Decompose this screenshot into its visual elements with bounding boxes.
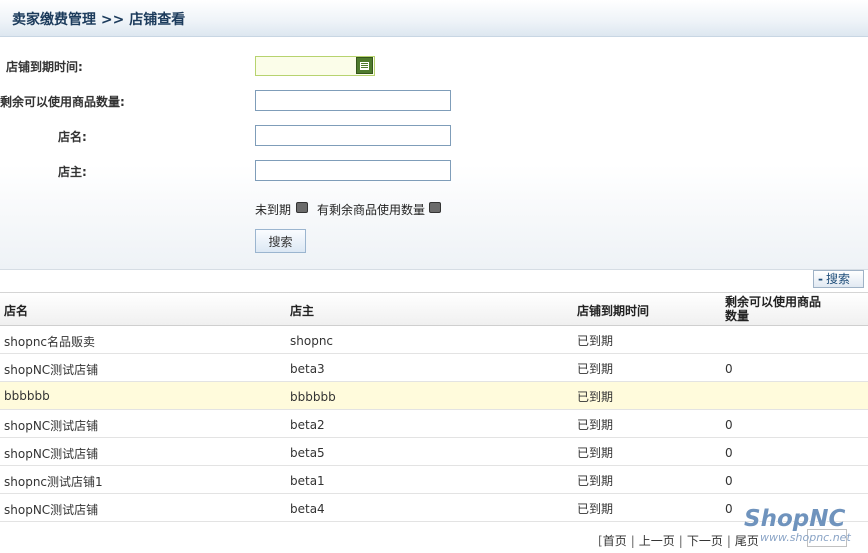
shop-table: 店名 店主 店铺到期时间 剩余可以使用商品数量 shopnc名品贩卖 shopn… [0,292,868,522]
next-page-link[interactable]: 下一页 [687,534,723,548]
remaining-label: 剩余可以使用商品数量: [0,95,125,109]
remaining-input[interactable] [255,90,451,111]
has-remaining-checkbox[interactable] [429,202,441,213]
cell-remaining: 0 [725,446,733,460]
table-row[interactable]: shopNC测试店铺 beta2 已到期 0 [0,410,868,438]
cell-owner: beta4 [290,502,325,516]
column-header-shop-name[interactable]: 店名 [4,302,28,319]
cell-owner: beta3 [290,362,325,376]
column-header-remaining[interactable]: 剩余可以使用商品数量 [725,295,825,323]
shopnc-logo: ShopNC [744,506,846,532]
search-button[interactable]: 搜索 [255,229,306,253]
column-header-owner[interactable]: 店主 [290,302,314,319]
expiry-label: 店铺到期时间: [6,60,83,74]
pager-separator: | [678,534,683,548]
cell-remaining: 0 [725,418,733,432]
first-page-link[interactable]: 首页 [603,534,627,548]
table-row[interactable]: shopNC测试店铺 beta5 已到期 0 [0,438,868,466]
has-remaining-label: 有剩余商品使用数量 [317,203,426,217]
page-title: 卖家缴费管理 >> 店铺查看 [12,12,186,28]
cell-shop-name: shopnc名品贩卖 [4,335,96,349]
table-row[interactable]: shopnc名品贩卖 shopnc 已到期 [0,326,868,354]
pager-separator: | [726,534,731,548]
cell-owner: bbbbbb [290,390,336,404]
not-expired-checkbox[interactable] [296,202,308,213]
cell-expiry: 已到期 [577,334,614,348]
cell-expiry: 已到期 [577,390,614,404]
table-header: 店名 店主 店铺到期时间 剩余可以使用商品数量 [0,292,868,326]
cell-owner: beta2 [290,418,325,432]
cell-remaining: 0 [725,502,733,516]
cell-expiry: 已到期 [577,474,614,488]
cell-shop-name: shopNC测试店铺 [4,503,99,517]
search-form: 店铺到期时间: 剩余可以使用商品数量: 店名: 店主: 未到期 有剩余商品使用数… [0,37,868,270]
cell-shop-name: bbbbbb [4,389,50,403]
shop-name-input[interactable] [255,125,451,146]
cell-expiry: 已到期 [577,502,614,516]
toggle-search-label: 搜索 [825,272,850,286]
cell-owner: beta1 [290,474,325,488]
not-expired-label: 未到期 [255,203,292,217]
prev-page-link[interactable]: 上一页 [639,534,675,548]
table-row[interactable]: shopnc测试店铺1 beta1 已到期 0 [0,466,868,494]
toggle-search-button[interactable]: - 搜索 [813,270,864,288]
page-header: 卖家缴费管理 >> 店铺查看 [0,0,868,37]
table-row[interactable]: shopNC测试店铺 beta4 已到期 0 [0,494,868,522]
cell-shop-name: shopNC测试店铺 [4,363,99,377]
cell-expiry: 已到期 [577,446,614,460]
collapse-icon: - [818,272,823,286]
last-page-link[interactable]: 尾页 [735,534,759,548]
cell-owner: beta5 [290,446,325,460]
shop-name-label: 店名: [58,130,87,144]
cell-remaining: 0 [725,362,733,376]
cell-shop-name: shopNC测试店铺 [4,447,99,461]
owner-label: 店主: [58,165,87,179]
column-header-expiry[interactable]: 店铺到期时间 [577,302,649,319]
shopnc-site-text: www.shopnc.net [760,531,851,544]
table-row[interactable]: shopNC测试店铺 beta3 已到期 0 [0,354,868,382]
cell-owner: shopnc [290,334,334,348]
cell-expiry: 已到期 [577,362,614,376]
cell-shop-name: shopnc测试店铺1 [4,475,103,489]
cell-shop-name: shopNC测试店铺 [4,419,99,433]
cell-expiry: 已到期 [577,418,614,432]
table-row[interactable]: bbbbbb bbbbbb 已到期 [0,382,868,410]
cell-remaining: 0 [725,474,733,488]
pagination: [首页 | 上一页 | 下一页 | 尾页 [598,532,759,549]
calendar-icon[interactable] [356,57,373,74]
pager-separator: | [630,534,635,548]
owner-input[interactable] [255,160,451,181]
